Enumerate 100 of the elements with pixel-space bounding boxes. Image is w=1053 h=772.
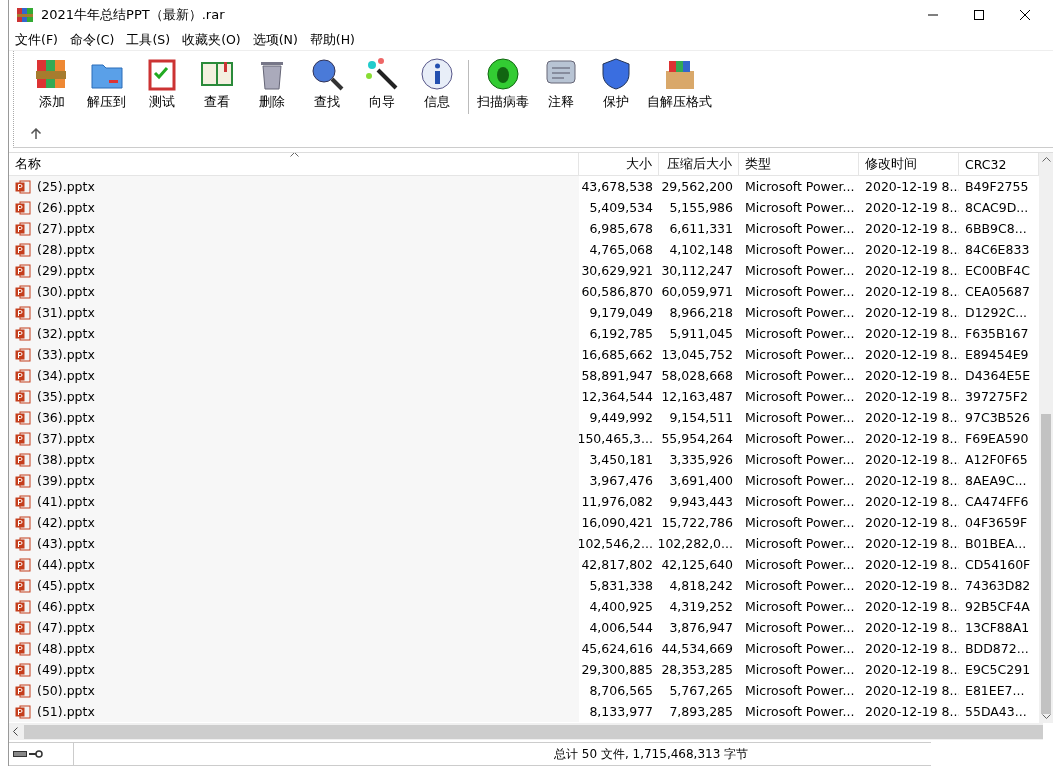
file-name[interactable]: (36).pptx [37,410,95,425]
column-header[interactable]: 压缩后大小 [659,153,739,175]
table-cell-text: 2020-12-19 8... [864,325,959,343]
table-cell-text: 2020-12-19 8... [864,661,959,679]
file-name[interactable]: (25).pptx [37,179,95,194]
table-cell-text: 2020-12-19 8... [864,640,959,658]
file-name[interactable]: (51).pptx [37,704,95,719]
file-name[interactable]: (43).pptx [37,536,95,551]
table-cell-text: Microsoft Power... [744,556,856,574]
table-cell-text: E89454E9 [964,346,1030,364]
table-cell-text: 92B5CF4A [964,598,1031,616]
table-cell-text: 2020-12-19 8... [864,430,959,448]
scroll-left-icon[interactable] [13,727,18,736]
file-name[interactable]: (27).pptx [37,221,95,236]
table-cell-text: 2020-12-19 8... [864,409,959,427]
toolbar-button[interactable]: 注释 [533,56,588,111]
toolbar-button[interactable]: 查找 [299,56,354,111]
menu-item[interactable]: 收藏夹(O) [182,31,241,49]
table-cell-text: Microsoft Power... [744,220,856,238]
table-cell-text: Microsoft Power... [744,388,856,406]
table-cell-text: 8,706,565 [588,682,654,700]
file-name[interactable]: (29).pptx [37,263,95,278]
file-name[interactable]: (49).pptx [37,662,95,677]
toolbar-button[interactable]: 信息 [409,56,464,111]
menu-item[interactable]: 文件(F) [15,31,58,49]
toolbar-button[interactable]: 测试 [134,56,189,111]
file-name[interactable]: (48).pptx [37,641,95,656]
file-name[interactable]: (39).pptx [37,473,95,488]
maximize-icon[interactable] [973,9,985,21]
table-cell-text: Microsoft Power... [744,619,856,637]
table-cell-text: EC00BF4C [964,262,1031,280]
close-icon[interactable] [1019,9,1031,21]
file-name[interactable]: (30).pptx [37,284,95,299]
file-name[interactable]: (33).pptx [37,347,95,362]
file-name[interactable]: (31).pptx [37,305,95,320]
table-cell-text: 5,767,265 [668,682,734,700]
table-cell-text: 12,163,487 [660,388,734,406]
toolbar-button[interactable]: 扫描病毒 [473,56,533,111]
column-header[interactable]: 修改时间 [859,153,959,175]
file-name[interactable]: (45).pptx [37,578,95,593]
file-name[interactable]: (47).pptx [37,620,95,635]
table-cell-text: 58,028,668 [660,367,734,385]
toolbar-button[interactable]: 向导 [354,56,409,111]
table-cell-text: Microsoft Power... [744,451,856,469]
toolbar-button[interactable]: 查看 [189,56,244,111]
file-name[interactable]: (38).pptx [37,452,95,467]
table-cell-text: CA474FF6 [964,493,1030,511]
table-cell-text: Microsoft Power... [744,178,856,196]
table-cell-text: 2020-12-19 8... [864,556,959,574]
table-cell-text: 7,893,285 [668,703,734,721]
table-cell-text: 3,450,181 [588,451,654,469]
table-cell-text: 2020-12-19 8... [864,262,959,280]
column-header[interactable]: 名称 [9,153,579,175]
table-cell-text: A12F0F65 [964,451,1029,469]
file-name[interactable]: (32).pptx [37,326,95,341]
toolbar-button[interactable]: 删除 [244,56,299,111]
file-name[interactable]: (28).pptx [37,242,95,257]
table-cell-text: 3,691,400 [668,472,734,490]
table-cell-text: 5,831,338 [588,577,654,595]
scroll-down-icon[interactable] [1041,714,1051,719]
table-cell-text: 43,678,538 [580,178,654,196]
table-cell-text: 2020-12-19 8... [864,283,959,301]
wand-icon [363,56,400,92]
file-name[interactable]: (34).pptx [37,368,95,383]
file-name[interactable]: (50).pptx [37,683,95,698]
toolbar-button[interactable]: 解压到 [79,56,134,111]
file-name[interactable]: (42).pptx [37,515,95,530]
table-cell-text: 74363D82 [964,577,1032,595]
file-name[interactable]: (37).pptx [37,431,95,446]
file-name[interactable]: (46).pptx [37,599,95,614]
scroll-up-icon[interactable] [1041,157,1051,162]
table-cell-text: 45,624,616 [580,640,654,658]
toolbar-button[interactable]: 保护 [588,56,643,111]
file-name[interactable]: (35).pptx [37,389,95,404]
table-cell-text: 2020-12-19 8... [864,367,959,385]
table-cell-text: 55,954,264 [660,430,734,448]
table-cell-text: 2020-12-19 8... [864,619,959,637]
table-cell-text: CEA05687 [964,283,1031,301]
file-name[interactable]: (26).pptx [37,200,95,215]
table-cell-text: 4,818,242 [668,577,734,595]
table-cell-text: 8AEA9C... [964,472,1028,490]
table-cell-text: 13,045,752 [660,346,734,364]
menu-item[interactable]: 选项(N) [252,31,298,49]
table-cell-text: 11,976,082 [580,493,654,511]
menu-item[interactable]: 工具(S) [126,31,171,49]
menu-item[interactable]: 帮助(H) [309,31,355,49]
menu-item[interactable]: 命令(C) [69,31,115,49]
column-header[interactable]: 类型 [739,153,859,175]
toolbar-button[interactable]: 添加 [24,56,79,111]
file-name[interactable]: (41).pptx [37,494,95,509]
column-header[interactable]: 大小 [579,153,659,175]
table-cell-text: 04F3659F [964,514,1029,532]
table-cell-text: Microsoft Power... [744,703,856,721]
file-name[interactable]: (44).pptx [37,557,95,572]
table-cell-text: 16,685,662 [580,346,654,364]
toolbar-button[interactable]: 自解压格式 [643,56,716,111]
table-cell-text: Microsoft Power... [744,661,856,679]
table-cell-text: 150,465,3... [579,430,654,448]
table-cell-text: 30,112,247 [660,262,734,280]
up-arrow-icon[interactable] [30,128,42,140]
